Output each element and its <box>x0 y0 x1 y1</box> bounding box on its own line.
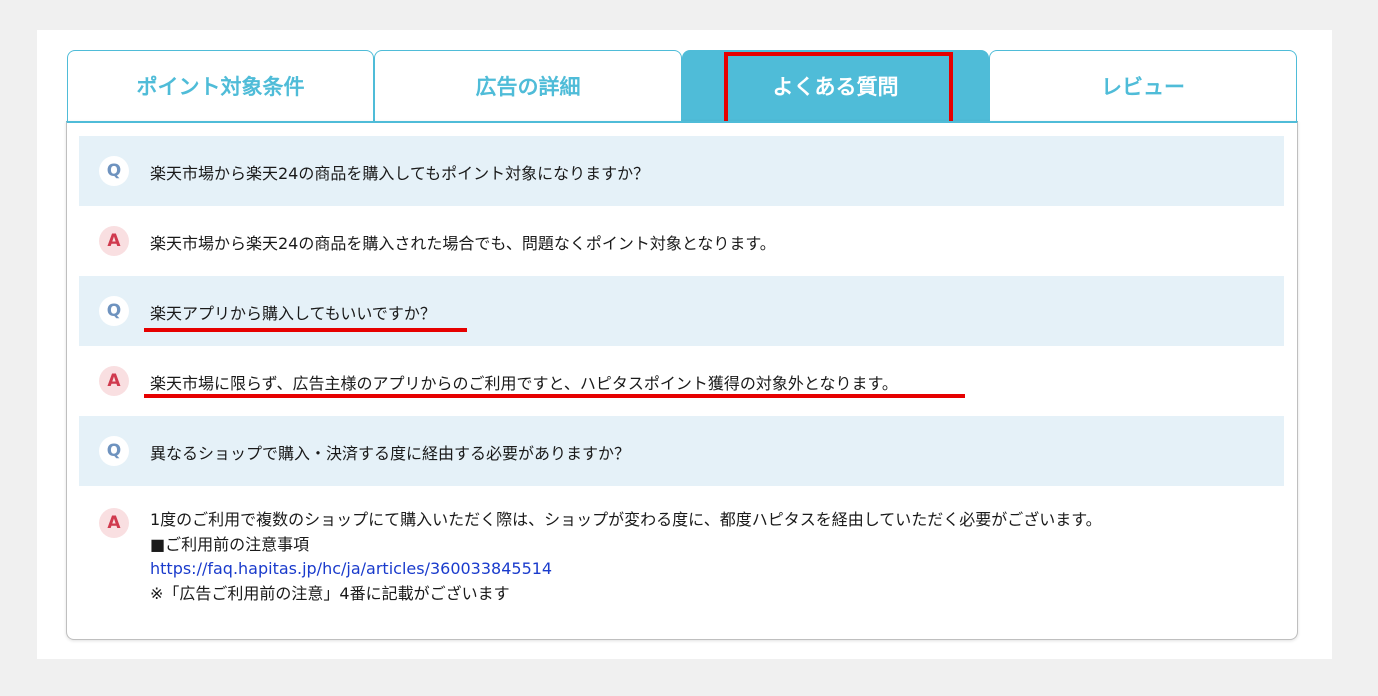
question-text: 楽天市場から楽天24の商品を購入してもポイント対象になりますか？ <box>150 164 650 183</box>
faq-answer-row: A 1度のご利用で複数のショップにて購入いただく際は、ショップが変わる度に、都度… <box>79 486 1284 626</box>
answer-line: 1度のご利用で複数のショップにて購入いただく際は、ショップが変わる度に、都度ハピ… <box>150 510 1102 529</box>
faq-answer-row: A 楽天市場に限らず、広告主様のアプリからのご利用ですと、ハピタスポイント獲得の… <box>79 346 1284 416</box>
answer-badge-icon: A <box>99 226 129 256</box>
question-text: 異なるショップで購入・決済する度に経由する必要がありますか？ <box>150 444 631 463</box>
faq-question-row: Q 楽天アプリから購入してもいいですか？ <box>79 276 1284 346</box>
question-badge-icon: Q <box>99 156 129 186</box>
answer-text: 楽天市場から楽天24の商品を購入された場合でも、問題なくポイント対象となります。 <box>150 234 776 253</box>
question-badge-icon: Q <box>99 436 129 466</box>
answer-badge-icon: A <box>99 366 129 396</box>
answer-badge-icon: A <box>99 508 129 538</box>
tab-faq[interactable]: よくある質問 <box>682 50 989 121</box>
tab-bar: ポイント対象条件 広告の詳細 よくある質問 レビュー <box>67 50 1297 122</box>
faq-question-row: Q 異なるショップで購入・決済する度に経由する必要がありますか？ <box>79 416 1284 486</box>
faq-question-row: Q 楽天市場から楽天24の商品を購入してもポイント対象になりますか？ <box>79 136 1284 206</box>
highlight-underline-answer <box>144 394 965 398</box>
notice-note: ※「広告ご利用前の注意」4番に記載がございます <box>150 583 510 603</box>
question-badge-icon: Q <box>99 296 129 326</box>
answer-text: 楽天市場に限らず、広告主様のアプリからのご利用ですと、ハピタスポイント獲得の対象… <box>150 374 898 393</box>
question-text: 楽天アプリから購入してもいいですか？ <box>150 304 436 323</box>
faq-article-link[interactable]: https://faq.hapitas.jp/hc/ja/articles/36… <box>150 559 552 578</box>
tab-point-conditions[interactable]: ポイント対象条件 <box>67 50 374 121</box>
highlight-underline-question <box>144 328 467 332</box>
answer-text-block: 1度のご利用で複数のショップにて購入いただく際は、ショップが変わる度に、都度ハピ… <box>150 508 1102 606</box>
notice-heading: ■ご利用前の注意事項 <box>150 534 310 554</box>
tab-reviews[interactable]: レビュー <box>989 50 1297 121</box>
tab-ad-details[interactable]: 広告の詳細 <box>374 50 682 121</box>
faq-answer-row: A 楽天市場から楽天24の商品を購入された場合でも、問題なくポイント対象となりま… <box>79 206 1284 276</box>
